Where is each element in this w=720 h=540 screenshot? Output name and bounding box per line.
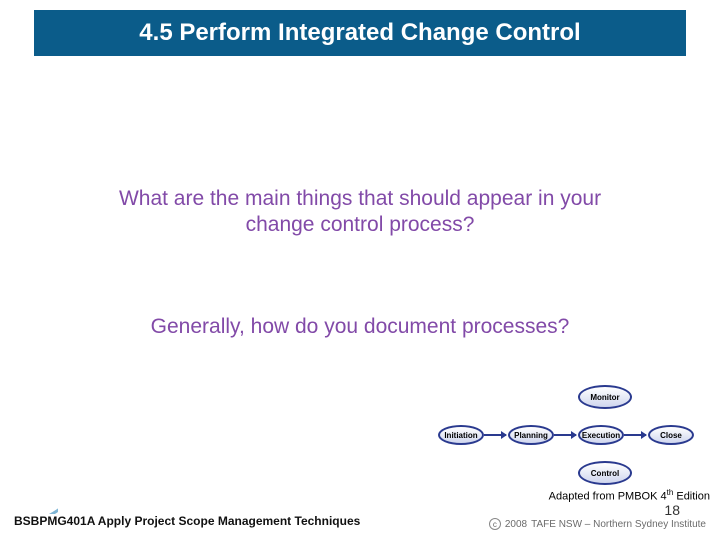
question-1-line-1: What are the main things that should app…: [119, 187, 601, 210]
title-bar: 4.5 Perform Integrated Change Control: [34, 10, 686, 56]
course-code: BSBPMG401A Apply Project Scope Managemen…: [14, 514, 360, 528]
adapted-text: Adapted from PMBOK 4: [549, 491, 667, 503]
copyright-org: TAFE NSW – Northern Sydney Institute: [531, 519, 706, 530]
question-2-text: Generally, how do you document processes…: [151, 315, 570, 338]
node-execution: Execution: [578, 425, 624, 445]
node-close: Close: [648, 425, 694, 445]
source-attribution: Adapted from PMBOK 4th Edition: [549, 488, 710, 503]
adapted-tail: Edition: [673, 491, 710, 503]
copyright-icon: c: [489, 518, 501, 530]
node-planning: Planning: [508, 425, 554, 445]
question-2: Generally, how do you document processes…: [0, 315, 720, 339]
question-1: What are the main things that should app…: [0, 186, 720, 239]
arrow-icon: [554, 434, 576, 436]
copyright-year: 2008: [505, 519, 527, 530]
process-diagram: Monitor Initiation Planning Execution Cl…: [438, 385, 698, 485]
slide-number: 18: [664, 502, 680, 518]
arrow-icon: [484, 434, 506, 436]
copyright-notice: c 2008 TAFE NSW – Northern Sydney Instit…: [489, 518, 706, 530]
arrow-icon: [624, 434, 646, 436]
institute-logo: [14, 486, 58, 514]
node-control: Control: [578, 461, 632, 485]
node-monitor: Monitor: [578, 385, 632, 409]
slide-title: 4.5 Perform Integrated Change Control: [139, 19, 580, 47]
question-1-line-2: change control process?: [246, 213, 475, 236]
node-initiation: Initiation: [438, 425, 484, 445]
